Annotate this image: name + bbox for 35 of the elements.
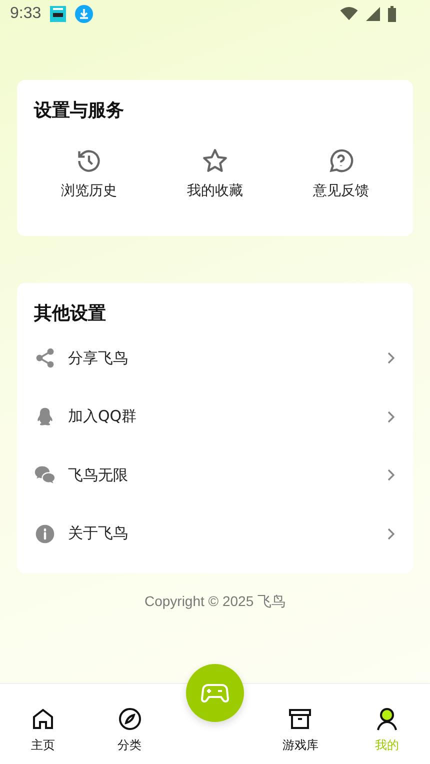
status-time: 9:33 <box>10 5 42 23</box>
battery-icon <box>388 6 396 22</box>
section-title: 其他设置 <box>34 302 107 325</box>
service-button[interactable]: 意见反馈 <box>286 144 396 204</box>
gamepad-icon <box>200 683 229 703</box>
tab[interactable]: 游戏库 <box>270 707 330 754</box>
compass-icon <box>118 707 142 731</box>
tab[interactable]: 主页 <box>13 707 74 754</box>
tab[interactable]: 分类 <box>100 707 160 754</box>
chat-bubbles-icon <box>34 464 56 486</box>
chevron-right-icon <box>386 410 396 424</box>
copyright-text: Copyright © 2025 飞鸟 <box>143 593 287 611</box>
section-title: 设置与服务 <box>34 99 125 122</box>
game-button[interactable] <box>186 664 244 722</box>
chevron-right-icon <box>386 351 396 366</box>
home-icon <box>31 707 56 731</box>
settings-row[interactable]: 关于飞鸟 <box>34 504 396 563</box>
star-icon <box>202 148 228 174</box>
service-button[interactable]: 我的收藏 <box>160 144 270 204</box>
user-icon <box>374 707 399 731</box>
app-notification-icon <box>49 5 68 23</box>
archive-box-icon <box>287 707 314 731</box>
signal-icon <box>366 7 380 21</box>
settings-row[interactable]: 分享飞鸟 <box>34 329 396 388</box>
share-icon <box>34 347 56 370</box>
history-icon <box>76 148 102 174</box>
chevron-right-icon <box>386 468 396 482</box>
info-icon <box>34 522 56 545</box>
service-button[interactable]: 浏览历史 <box>34 144 144 204</box>
settings-row[interactable]: 加入QQ群 <box>34 388 396 446</box>
settings-row[interactable]: 飞鸟无限 <box>34 446 396 504</box>
wifi-icon <box>340 7 358 21</box>
download-icon <box>75 5 94 23</box>
chevron-right-icon <box>386 526 396 541</box>
question-bubble-icon <box>328 148 354 174</box>
